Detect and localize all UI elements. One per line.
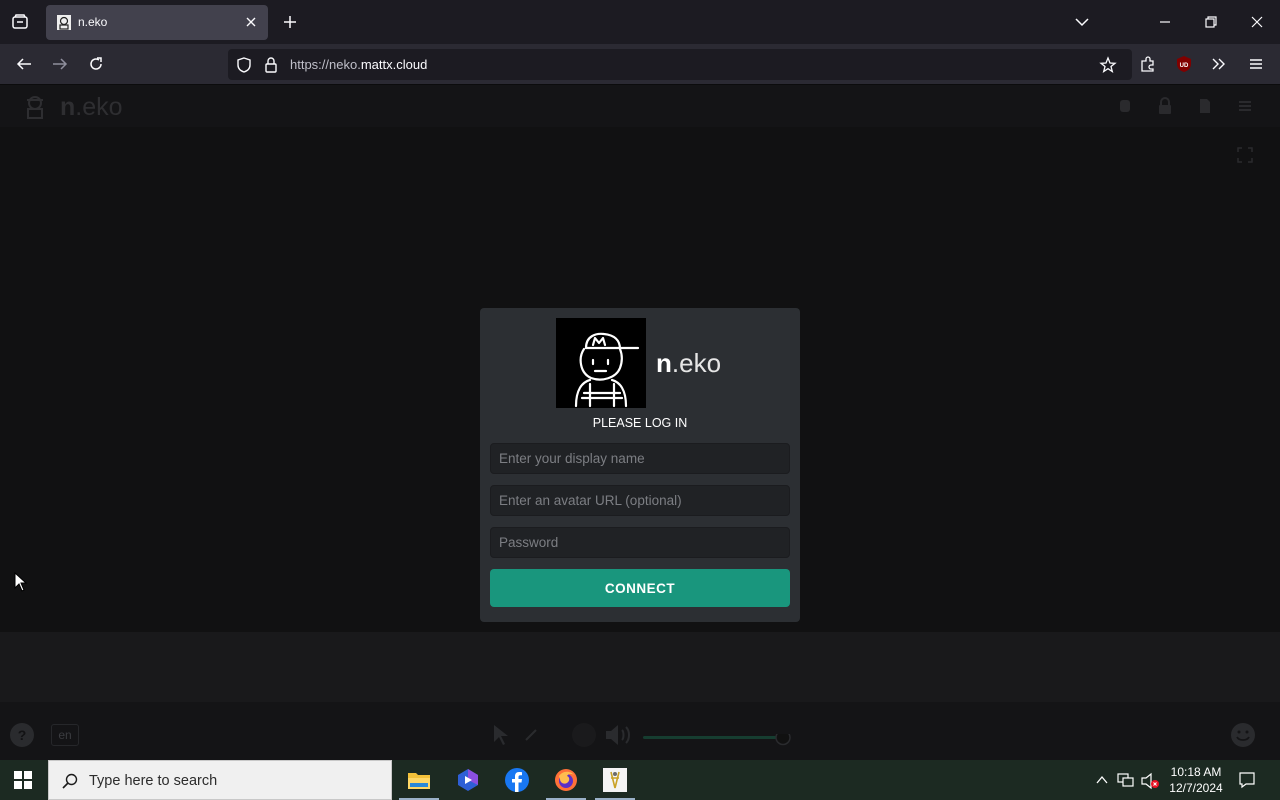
help-icon[interactable]: ? [10,723,34,747]
file-explorer-app[interactable] [395,760,443,800]
system-clock[interactable]: 10:18 AM 12/7/2024 [1162,764,1230,796]
lock-room-icon[interactable] [1157,97,1173,115]
neko-controls-bar: ? en [0,702,1280,760]
neko-logo-icon [24,94,46,120]
pointer-control-icon[interactable] [492,724,510,746]
extensions-puzzle-icon[interactable] [1139,55,1157,73]
password-input[interactable] [490,527,790,558]
windows-taskbar: Type here to search 10:18 AM 12/7/2024 [0,760,1280,800]
volume-muted-icon[interactable] [1141,772,1161,790]
neko-header: n.eko [0,85,1280,127]
bookmark-star-icon[interactable] [1099,56,1117,74]
media-player-app[interactable] [444,760,492,800]
neko-mascot-logo [556,318,646,408]
neko-app-icon [603,768,627,792]
firefox-app[interactable] [542,760,590,800]
restore-window-icon[interactable] [1202,13,1220,31]
svg-text:UD: UD [1180,63,1189,69]
forward-icon [51,55,69,73]
facebook-app[interactable] [493,760,541,800]
connect-button[interactable]: CONNECT [490,569,790,607]
keyboard-control-icon[interactable] [524,728,538,742]
language-selector[interactable]: en [51,724,79,746]
list-all-tabs-icon[interactable] [1073,13,1091,31]
tab-title: n.eko [78,15,108,29]
play-pause-icon[interactable] [572,723,596,747]
volume-slider[interactable] [643,734,793,750]
notifications-icon[interactable] [1238,771,1256,789]
clock-time: 10:18 AM [1170,765,1222,779]
address-bar[interactable]: https://neko.mattx.cloud [228,49,1132,80]
svg-text:?: ? [18,727,27,743]
app-menu-icon[interactable] [1247,55,1265,73]
show-hidden-icons-chevron-icon[interactable] [1095,773,1109,787]
file-icon[interactable] [1197,98,1213,114]
reload-icon[interactable] [87,55,105,73]
close-tab-icon[interactable] [242,13,260,31]
tab-strip: n.eko [0,0,1280,44]
firefox-icon [554,768,578,792]
tab-neko[interactable]: n.eko [46,5,268,40]
minimize-window-icon[interactable] [1156,13,1174,31]
neko-favicon-icon [57,15,71,30]
login-logo-text: n.eko [656,348,722,378]
neko-app[interactable] [591,760,639,800]
facebook-icon [505,768,529,792]
display-name-input[interactable] [490,443,790,474]
firefox-view-icon[interactable] [11,13,29,31]
video-area: n.eko PLEASE LOG IN CONNECT [0,127,1280,632]
neko-page: n.eko n.eko PLEASE LOG IN Enter your dis… [0,85,1280,760]
chat-strip [0,632,1280,702]
tracking-protection-shield-icon[interactable] [235,56,253,74]
mouse-cursor-icon [14,572,28,592]
avatar-url-input[interactable] [490,485,790,516]
more-tools-chevron-icon[interactable] [1210,55,1228,73]
windows-start-icon[interactable] [14,771,32,789]
close-window-icon[interactable] [1248,13,1266,31]
file-explorer-icon [407,769,431,791]
taskbar-search-box[interactable]: Type here to search [48,760,392,800]
volume-icon[interactable] [604,724,636,746]
new-tab-icon[interactable] [281,13,299,31]
url-text[interactable]: https://neko.mattx.cloud [290,57,427,72]
lock-icon[interactable] [263,56,279,74]
back-icon[interactable] [15,55,33,73]
fullscreen-icon[interactable] [1237,147,1253,163]
login-panel: n.eko PLEASE LOG IN CONNECT [480,308,800,622]
navigation-toolbar: https://neko.mattx.cloud UD [0,44,1280,85]
media-player-icon [456,768,480,792]
emoji-icon[interactable] [1230,722,1256,748]
login-heading: PLEASE LOG IN [592,416,688,430]
side-menu-icon[interactable] [1237,98,1253,114]
neko-header-brand: n.eko [60,93,123,121]
clock-date: 12/7/2024 [1169,781,1223,795]
search-placeholder: Type here to search [89,773,218,789]
ublock-origin-icon[interactable]: UD [1175,55,1193,73]
search-icon [61,772,79,790]
members-icon[interactable] [1117,98,1133,114]
network-icon[interactable] [1117,772,1135,788]
